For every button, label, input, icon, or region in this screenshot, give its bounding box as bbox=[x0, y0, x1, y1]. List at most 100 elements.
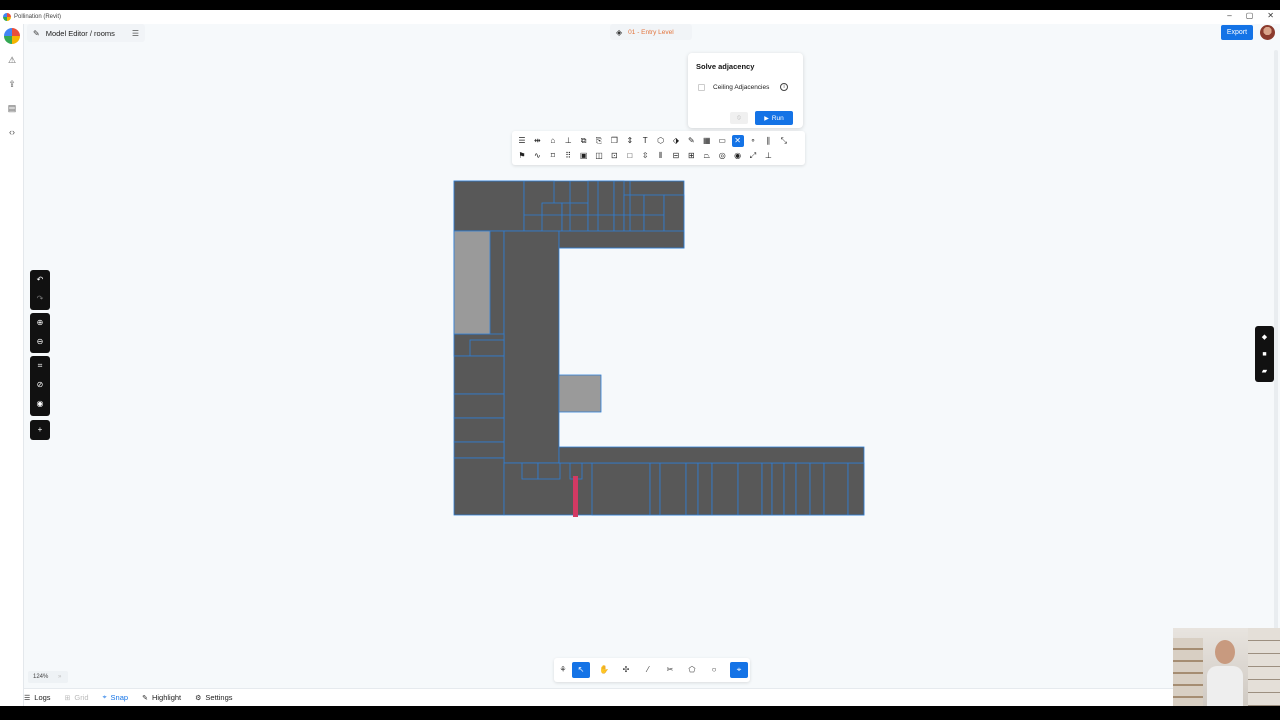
offset-icon[interactable]: ⬡ bbox=[655, 135, 667, 147]
split-line-icon[interactable]: ✂ bbox=[664, 664, 676, 676]
floor-plan-canvas[interactable] bbox=[0, 10, 1280, 706]
highlight-pen-icon: ✎ bbox=[142, 694, 148, 702]
grid-icon[interactable]: ▦ bbox=[701, 135, 713, 147]
visibility-group: ⌗ ⊘ ◉ bbox=[30, 356, 50, 416]
plus-box-icon[interactable]: ⊞ bbox=[685, 150, 697, 162]
add-icon[interactable]: + bbox=[34, 424, 46, 436]
zoom-out-icon[interactable]: ⊖ bbox=[34, 336, 46, 348]
minus-box-icon[interactable]: ⊟ bbox=[670, 150, 682, 162]
cancel-icon[interactable]: ⦸ bbox=[730, 112, 748, 124]
cube-icon[interactable]: ◆ bbox=[1259, 332, 1270, 343]
ai-icon[interactable]: ⚘ bbox=[557, 664, 569, 676]
zoom-level: 124% » bbox=[28, 671, 68, 683]
draw-line-icon[interactable]: ⁄ bbox=[642, 664, 654, 676]
room bbox=[503, 230, 560, 464]
edit-icon[interactable]: ✎ bbox=[685, 135, 697, 147]
pan-hand-icon[interactable]: ✋ bbox=[598, 664, 610, 676]
room bbox=[561, 202, 589, 234]
room bbox=[795, 462, 811, 516]
room bbox=[823, 462, 849, 516]
highlight-toggle[interactable]: ✎ Highlight bbox=[142, 693, 181, 702]
zoom-in-icon[interactable]: ⊕ bbox=[34, 317, 46, 329]
baseline-icon[interactable]: ⊥ bbox=[762, 150, 774, 162]
eye-icon[interactable]: ◉ bbox=[732, 150, 744, 162]
tag-icon[interactable]: ⬗ bbox=[670, 135, 682, 147]
select-frame-icon[interactable]: ⌗ bbox=[34, 360, 46, 372]
settings-toggle[interactable]: ⚙ Settings bbox=[195, 693, 232, 702]
select-cursor-icon[interactable]: ↖ bbox=[572, 662, 590, 678]
distribute-icon[interactable]: ⇳ bbox=[639, 150, 651, 162]
split-icon[interactable]: ⊥ bbox=[562, 135, 574, 147]
dots-grid-icon[interactable]: ⠿ bbox=[562, 150, 574, 162]
view-mode-group: ◆ ■ ▰ bbox=[1255, 326, 1274, 382]
vbars-icon[interactable]: ⦀ bbox=[655, 150, 667, 162]
monitor-icon[interactable]: ▣ bbox=[578, 150, 590, 162]
frame-icon[interactable]: ⊡ bbox=[608, 150, 620, 162]
text-icon[interactable]: T bbox=[639, 135, 651, 147]
vertex-icon[interactable]: ✣ bbox=[620, 664, 632, 676]
add-group: + bbox=[30, 420, 50, 440]
chevron-icon[interactable]: » bbox=[58, 674, 61, 680]
resize-icon[interactable]: ⤢ bbox=[747, 150, 759, 162]
room bbox=[783, 462, 797, 516]
snap-toggle[interactable]: ⌖ Snap bbox=[103, 693, 128, 702]
duplicate-icon[interactable]: ❐ bbox=[608, 135, 620, 147]
move-icon[interactable]: ⌑ bbox=[547, 150, 559, 162]
room bbox=[537, 462, 561, 480]
layer-icon[interactable]: ▰ bbox=[1259, 366, 1270, 377]
polygon-icon[interactable]: ⬠ bbox=[686, 664, 698, 676]
close-icon[interactable]: ✕ bbox=[731, 135, 744, 147]
merge-icon[interactable]: ⧉ bbox=[578, 135, 590, 147]
webcam-overlay bbox=[1173, 628, 1280, 706]
columns-icon[interactable]: ◫ bbox=[593, 150, 605, 162]
logs-label: Logs bbox=[34, 693, 51, 702]
scale-icon[interactable]: ⤡ bbox=[778, 135, 790, 147]
room bbox=[643, 194, 665, 234]
undo-icon[interactable]: ↶ bbox=[34, 274, 46, 286]
box-icon[interactable]: ■ bbox=[1259, 349, 1270, 360]
align-h-icon[interactable]: ⇹ bbox=[531, 135, 543, 147]
zoom-group: ⊕ ⊖ bbox=[30, 313, 50, 353]
list-icon: ☰ bbox=[24, 694, 31, 702]
window-icon[interactable]: ▭ bbox=[716, 135, 728, 147]
room bbox=[847, 462, 865, 516]
highlighted-room bbox=[453, 230, 491, 335]
info-icon[interactable]: i bbox=[780, 83, 788, 91]
shelf-image bbox=[1248, 628, 1280, 706]
eye-icon[interactable]: ◉ bbox=[34, 398, 46, 410]
point-icon[interactable]: ∘ bbox=[747, 135, 759, 147]
room bbox=[469, 339, 505, 357]
hide-icon[interactable]: ⊘ bbox=[34, 379, 46, 391]
square-icon[interactable]: □ bbox=[624, 150, 636, 162]
wave-icon[interactable]: ∿ bbox=[531, 150, 543, 162]
parallel-icon[interactable]: ∥ bbox=[762, 135, 774, 147]
room bbox=[659, 462, 687, 516]
room bbox=[453, 355, 505, 395]
run-button[interactable]: ▶ Run bbox=[755, 111, 793, 125]
grid-toggle[interactable]: ⊞ Grid bbox=[65, 693, 89, 702]
flag-icon[interactable]: ⚑ bbox=[516, 150, 528, 162]
room bbox=[649, 462, 661, 516]
room bbox=[711, 462, 739, 516]
magnet-icon[interactable]: ⌖ bbox=[730, 662, 748, 678]
target-icon[interactable]: ◎ bbox=[716, 150, 728, 162]
room bbox=[587, 180, 615, 234]
room bbox=[453, 441, 505, 459]
room bbox=[453, 417, 505, 443]
play-icon: ▶ bbox=[764, 115, 769, 122]
room bbox=[453, 393, 505, 419]
ceiling-adjacencies-checkbox[interactable] bbox=[698, 84, 705, 91]
room bbox=[697, 462, 713, 516]
align-icon[interactable]: ☰ bbox=[516, 135, 528, 147]
align-v-icon[interactable]: ⇕ bbox=[624, 135, 636, 147]
circle-icon[interactable]: ○ bbox=[708, 664, 720, 676]
paint-icon[interactable]: ⌂ bbox=[547, 135, 559, 147]
redo-icon[interactable]: ↷ bbox=[34, 293, 46, 305]
trapezoid-icon[interactable]: ⏢ bbox=[701, 150, 713, 162]
logs-toggle[interactable]: ☰ Logs bbox=[24, 693, 51, 702]
presenter-image bbox=[1207, 640, 1243, 706]
room bbox=[453, 180, 525, 232]
copy-icon[interactable]: ⎘ bbox=[593, 135, 605, 147]
room bbox=[685, 462, 699, 516]
room bbox=[613, 180, 625, 234]
